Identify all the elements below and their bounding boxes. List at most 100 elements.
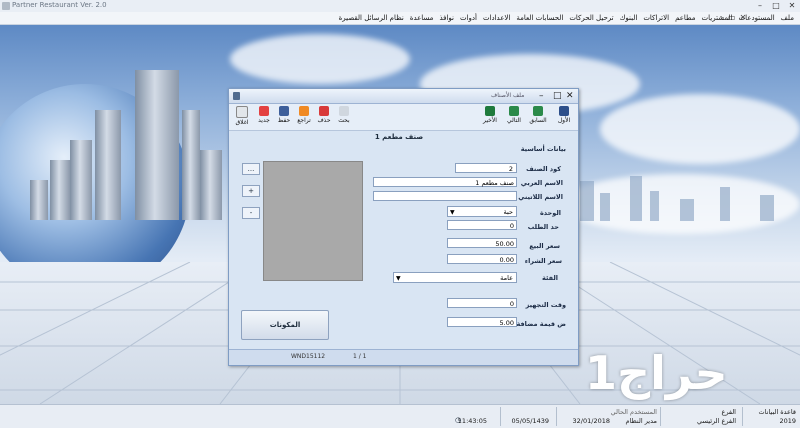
sale-price-field[interactable]: 50.00 bbox=[447, 238, 517, 248]
menu-item-subscriptions[interactable]: الاتراكات bbox=[643, 12, 669, 24]
minimize-icon[interactable]: – bbox=[752, 0, 768, 12]
menu-item-sms[interactable]: نظام الرسائل القصيرة bbox=[339, 12, 404, 24]
exit-icon bbox=[236, 106, 248, 118]
gregorian-date: 32/01/2018 bbox=[572, 417, 610, 425]
clock-time: 11:43:05 bbox=[457, 417, 487, 425]
window-icon bbox=[233, 92, 240, 100]
user-label: المستخدم الحالي bbox=[610, 408, 657, 416]
undo-icon bbox=[299, 106, 309, 116]
first-button[interactable]: الأول bbox=[553, 106, 575, 124]
user-value: مدير النظام bbox=[625, 417, 657, 425]
vat-label: ض قيمة مضافة bbox=[516, 320, 566, 328]
close-button-label: اغلاق bbox=[235, 119, 249, 126]
add-image-button[interactable]: + bbox=[242, 185, 260, 197]
latin-name-label: الاسم اللاتيني bbox=[518, 193, 563, 201]
latin-name-field[interactable] bbox=[373, 191, 517, 201]
items-window: ملف الأصناف – □ ✕ اغلاق جديد حفظ تراجع ح… bbox=[228, 88, 579, 366]
delete-button[interactable]: حذف bbox=[313, 106, 335, 124]
last-record-icon bbox=[485, 106, 495, 116]
browse-image-button[interactable]: ... bbox=[242, 163, 260, 175]
next-button[interactable]: التالي bbox=[503, 106, 525, 124]
window-statusbar: WND15112 1 / 1 bbox=[229, 349, 578, 365]
menu-item-warehouses[interactable]: المستودعات bbox=[739, 12, 775, 24]
previous-record-icon bbox=[533, 106, 543, 116]
category-label: الفئة bbox=[542, 274, 558, 282]
new-icon bbox=[259, 106, 269, 116]
menu-item-help[interactable]: مساعدة bbox=[410, 12, 434, 24]
undo-button-label: تراجع bbox=[297, 117, 311, 124]
window-close-icon[interactable]: ✕ bbox=[566, 90, 574, 102]
window-restore-icon[interactable]: □ bbox=[553, 90, 562, 102]
save-button[interactable]: حفظ bbox=[273, 106, 295, 124]
new-button-label: جديد bbox=[258, 117, 270, 124]
first-record-icon bbox=[559, 106, 569, 116]
buy-price-field[interactable]: 0.00 bbox=[447, 254, 517, 264]
app-icon bbox=[2, 2, 10, 10]
buy-price-label: سعر الشراء bbox=[524, 257, 562, 265]
last-button-label: الأخير bbox=[483, 117, 497, 124]
item-image[interactable] bbox=[263, 161, 363, 281]
window-id: WND15112 bbox=[291, 353, 326, 360]
record-header: صنف مطعم 1 bbox=[374, 133, 424, 141]
previous-button-label: السابق bbox=[529, 117, 547, 124]
menu-item-settings[interactable]: الاعدادات bbox=[483, 12, 510, 24]
close-button[interactable]: اغلاق bbox=[231, 106, 253, 126]
window-minimize-icon[interactable]: – bbox=[539, 90, 544, 102]
record-counter: 1 / 1 bbox=[353, 353, 367, 360]
delete-icon bbox=[319, 106, 329, 116]
status-bar: قاعدة البيانات 2019 الفرع الفرع الرئيسي … bbox=[0, 404, 800, 428]
arabic-name-label: الاسم العربي bbox=[520, 179, 563, 187]
next-record-icon bbox=[509, 106, 519, 116]
clock-icon: ◷ bbox=[455, 416, 462, 424]
menu-bar: – ▭ ✕ ملف المستودعات المشتريات مطاعم الا… bbox=[0, 12, 800, 25]
vat-field[interactable]: 5.00 bbox=[447, 317, 517, 327]
chevron-down-icon: ▼ bbox=[450, 209, 455, 216]
menu-item-tools[interactable]: أدوات bbox=[460, 12, 477, 24]
reorder-field[interactable]: 0 bbox=[447, 220, 517, 230]
menu-item-post-transactions[interactable]: ترحيل الحركات bbox=[569, 12, 613, 24]
category-select[interactable]: ▼ عامة bbox=[393, 272, 517, 283]
save-icon bbox=[279, 106, 289, 116]
items-window-titlebar: ملف الأصناف – □ ✕ bbox=[229, 89, 578, 104]
previous-button[interactable]: السابق bbox=[527, 106, 549, 124]
category-value: عامة bbox=[500, 274, 513, 282]
next-button-label: التالي bbox=[507, 117, 521, 124]
branch-label: الفرع bbox=[721, 408, 736, 416]
code-label: كود الصنف bbox=[526, 165, 561, 173]
reorder-label: حد الطلب bbox=[527, 223, 559, 231]
menu-item-purchases[interactable]: المشتريات bbox=[702, 12, 733, 24]
undo-button[interactable]: تراجع bbox=[293, 106, 315, 124]
hijri-date: 05/05/1439 bbox=[511, 417, 549, 425]
window-toolbar: اغلاق جديد حفظ تراجع حذف بحث الأخير التا… bbox=[229, 104, 578, 131]
delete-button-label: حذف bbox=[317, 117, 331, 124]
menu-item-file[interactable]: ملف bbox=[781, 12, 794, 24]
arabic-name-field[interactable]: صنف مطعم 1 bbox=[373, 177, 517, 187]
menu-item-general-accounts[interactable]: الحسابات العامة bbox=[516, 12, 563, 24]
last-button[interactable]: الأخير bbox=[479, 106, 501, 124]
menu-item-restaurants[interactable]: مطاعم bbox=[675, 12, 695, 24]
branch-value: الفرع الرئيسي bbox=[697, 417, 736, 425]
prep-time-field[interactable]: 0 bbox=[447, 298, 517, 308]
maximize-icon[interactable]: □ bbox=[768, 0, 784, 12]
save-button-label: حفظ bbox=[277, 117, 291, 124]
components-button[interactable]: المكونات bbox=[241, 310, 329, 340]
close-icon[interactable]: ✕ bbox=[784, 0, 800, 12]
chevron-down-icon: ▼ bbox=[396, 275, 401, 282]
unit-value: حبة bbox=[503, 208, 513, 216]
db-value: 2019 bbox=[779, 417, 796, 425]
window-title: ملف الأصناف bbox=[491, 92, 525, 99]
unit-select[interactable]: ▼ حبة bbox=[447, 206, 517, 217]
search-button[interactable]: بحث bbox=[333, 106, 355, 124]
sale-price-label: سعر البيع bbox=[529, 242, 560, 250]
menu-item-banks[interactable]: البنوك bbox=[620, 12, 638, 24]
code-field[interactable]: 2 bbox=[455, 163, 517, 173]
unit-label: الوحدة bbox=[539, 209, 561, 217]
search-button-label: بحث bbox=[338, 117, 350, 124]
section-title: بيانات أساسية bbox=[520, 145, 566, 153]
code-value: 2 bbox=[508, 165, 513, 173]
watermark-logo: حراج1 bbox=[585, 346, 728, 400]
first-button-label: الأول bbox=[557, 117, 571, 124]
menu-item-windows[interactable]: نوافذ bbox=[439, 12, 454, 24]
new-button[interactable]: جديد bbox=[253, 106, 275, 124]
remove-image-button[interactable]: - bbox=[242, 207, 260, 219]
